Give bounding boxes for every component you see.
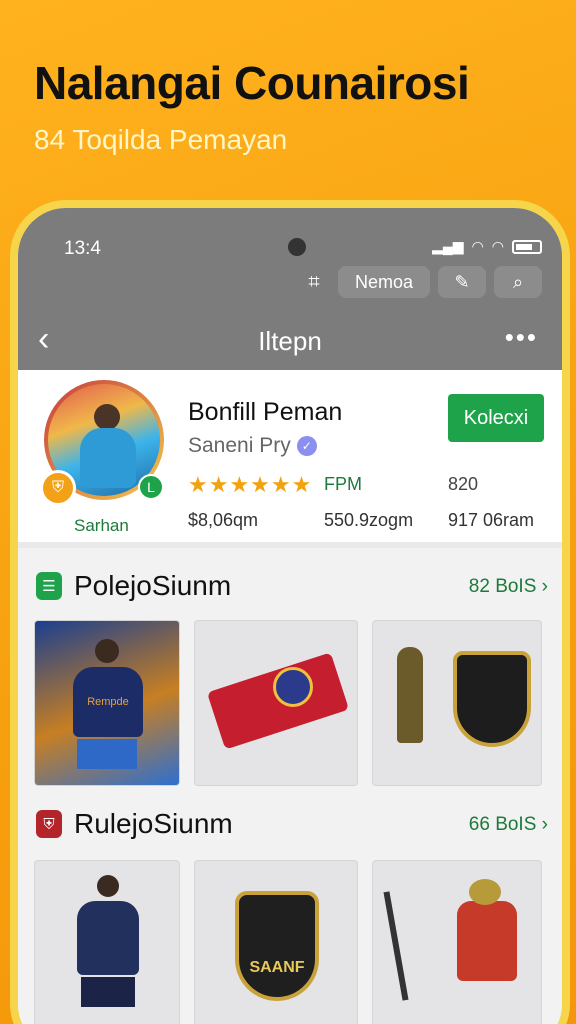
section-title: RulejoSiunm — [74, 808, 233, 839]
rating-stars: ★★★★★★ — [188, 472, 313, 497]
stat-label-2: 820 — [448, 474, 479, 494]
battery-icon — [512, 239, 542, 254]
menu-button[interactable]: Nemoa — [338, 266, 430, 298]
figurine-head-icon — [469, 879, 501, 905]
level-badge-icon: L — [138, 474, 164, 500]
crop-icon[interactable]: ⌗ — [298, 266, 330, 298]
app-screen: 13:4 ▂▄▆ ◠ ◠ ⌗ Nemoa ✎ ⌕ ‹ Iltepn ••• ⛨ … — [18, 208, 562, 1024]
section-header: ☰ PolejoSiunm 82 BoIS › — [36, 568, 548, 608]
status-time: 13:4 — [64, 238, 101, 259]
wifi-icon-2: ◠ — [491, 238, 504, 254]
figurine-tile[interactable] — [372, 860, 542, 1024]
page-title: Iltepn — [258, 326, 322, 356]
player-card-tile[interactable]: Rempde — [34, 620, 180, 786]
scarf-tile[interactable] — [194, 620, 358, 786]
section-2: ⛨ RulejoSiunm 66 BoIS › SAANF — [18, 794, 562, 1024]
player-kit — [77, 901, 139, 975]
section-1: ☰ PolejoSiunm 82 BoIS › Rempde — [18, 554, 562, 794]
follow-button[interactable]: Kolecxi — [448, 394, 544, 442]
profile-subtitle: Saneni Pry ✓ — [188, 434, 317, 458]
list-icon: ☰ — [36, 572, 62, 600]
staff-icon — [383, 891, 409, 1001]
avatar-caption: Sarhan — [74, 516, 129, 535]
promo-title: Nalangai Counairosi — [34, 57, 470, 109]
nav-bar: ‹ Iltepn ••• — [18, 312, 562, 368]
more-icon[interactable]: ••• — [505, 322, 538, 353]
player-jersey: Rempde — [73, 667, 143, 737]
player-shorts — [77, 739, 137, 769]
player-shorts — [81, 977, 135, 1007]
badge-text: SAANF — [249, 959, 305, 976]
phone-frame: 13:4 ▂▄▆ ◠ ◠ ⌗ Nemoa ✎ ⌕ ‹ Iltepn ••• ⛨ … — [10, 200, 570, 1024]
statue-icon — [397, 647, 423, 743]
crest-icon: ⛨ — [36, 810, 62, 838]
player-head — [97, 875, 119, 897]
toolbar: ⌗ Nemoa ✎ ⌕ — [298, 266, 542, 298]
player-silhouette — [95, 639, 119, 663]
stat-value-1: $8,06qm — [188, 510, 259, 530]
shield-badge-icon — [453, 651, 531, 747]
jersey-text: Rempde — [87, 696, 129, 708]
promo-subtitle: 84 Toqilda Pemayan — [34, 124, 288, 155]
see-all-link[interactable]: 66 BoIS › — [469, 814, 548, 836]
edit-icon[interactable]: ✎ — [438, 266, 486, 298]
tile-row: SAANF — [34, 860, 542, 1024]
camera-cutout — [288, 238, 306, 256]
avatar-player-head — [94, 404, 120, 430]
profile-card: ⛨ L Sarhan Bonfill Peman Saneni Pry ✓ Ko… — [18, 370, 562, 548]
stat-value-3: 917 06ram — [448, 510, 535, 530]
badge-icon: SAANF — [235, 891, 319, 1001]
trophy-tile[interactable] — [372, 620, 542, 786]
see-all-link[interactable]: 82 BoIS › — [469, 576, 548, 598]
wifi-icon: ◠ — [471, 238, 484, 254]
search-icon[interactable]: ⌕ — [494, 266, 542, 298]
scarf-emblem-icon — [273, 667, 313, 707]
signal-icon: ▂▄▆ — [432, 238, 464, 254]
stat-value-2: 550.9zogm — [324, 510, 414, 530]
section-header: ⛨ RulejoSiunm 66 BoIS › — [36, 806, 548, 846]
status-icons: ▂▄▆ ◠ ◠ — [432, 238, 542, 255]
section-title: PolejoSiunm — [74, 570, 232, 601]
avatar-player-body — [80, 428, 136, 488]
badge-tile[interactable]: SAANF — [194, 860, 358, 1024]
tile-row: Rempde — [34, 620, 542, 786]
stat-label-1: FPM — [324, 474, 362, 494]
verified-icon: ✓ — [296, 436, 317, 456]
app-header: 13:4 ▂▄▆ ◠ ◠ ⌗ Nemoa ✎ ⌕ ‹ Iltepn ••• — [18, 208, 562, 370]
profile-subtitle-text: Saneni Pry — [188, 434, 291, 457]
figurine-icon — [457, 901, 517, 981]
player-kit-tile[interactable] — [34, 860, 180, 1024]
profile-name: Bonfill Peman — [188, 398, 343, 426]
club-badge-icon: ⛨ — [40, 470, 76, 506]
